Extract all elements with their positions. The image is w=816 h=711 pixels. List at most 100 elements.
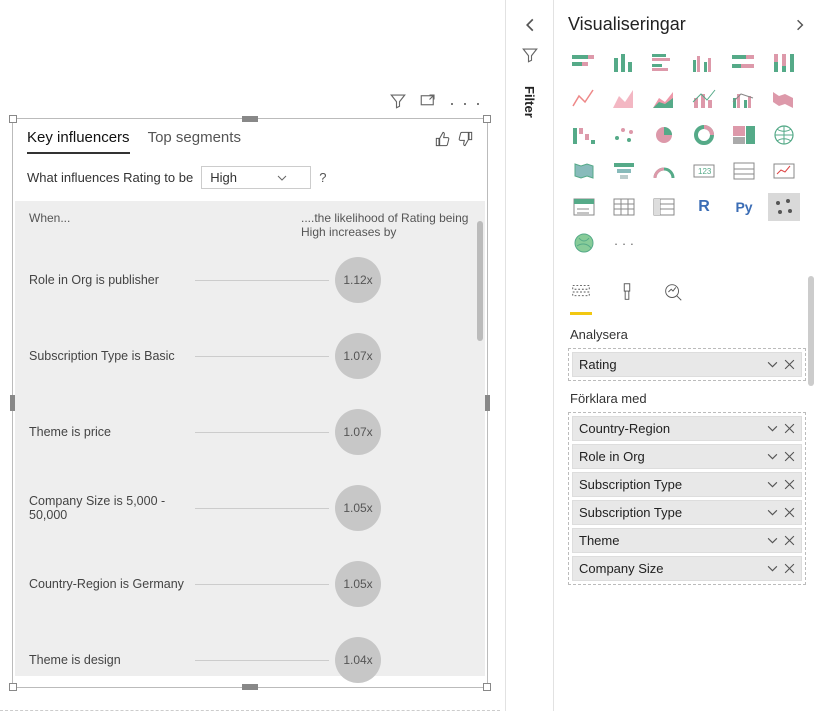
thumbs-down-icon[interactable] <box>457 131 473 152</box>
close-icon[interactable] <box>784 507 795 518</box>
table-icon[interactable] <box>608 193 640 221</box>
influencer-row[interactable]: Country-Region is Germany1.05x <box>29 561 471 607</box>
influencer-row[interactable]: Theme is price1.07x <box>29 409 471 455</box>
fields-tab[interactable] <box>570 281 592 315</box>
chevron-right-icon[interactable] <box>794 19 806 31</box>
filter-icon[interactable] <box>389 92 407 115</box>
influencer-row[interactable]: Company Size is 5,000 - 50,0001.05x <box>29 485 471 531</box>
scrollbar-thumb[interactable] <box>808 276 814 386</box>
more-options-icon[interactable]: · · · <box>449 93 482 114</box>
thumbs-up-icon[interactable] <box>435 131 451 152</box>
line-clustered-column-icon[interactable] <box>728 85 760 113</box>
field-pill[interactable]: Role in Org <box>572 444 802 469</box>
close-icon[interactable] <box>784 359 795 370</box>
field-pill[interactable]: Rating <box>572 352 802 377</box>
multi-row-card-icon[interactable] <box>728 157 760 185</box>
column-header-likelihood: ....the likelihood of Rating being High … <box>301 211 471 239</box>
field-pill[interactable]: Subscription Type <box>572 472 802 497</box>
import-visual-icon[interactable]: · · · <box>608 229 640 257</box>
key-influencers-icon[interactable] <box>768 193 800 221</box>
card-icon[interactable]: 123 <box>688 157 720 185</box>
explain-field-well[interactable]: Country-Region Role in Org Subscription … <box>568 412 806 585</box>
donut-icon[interactable] <box>688 121 720 149</box>
scatter-icon[interactable] <box>608 121 640 149</box>
chevron-down-icon <box>277 173 287 183</box>
map-icon[interactable] <box>768 121 800 149</box>
field-pill[interactable]: Subscription Type <box>572 500 802 525</box>
stacked-column-icon[interactable] <box>608 49 640 77</box>
arcgis-icon[interactable] <box>568 229 600 257</box>
field-pill[interactable]: Theme <box>572 528 802 553</box>
scrollbar-thumb[interactable] <box>477 221 483 341</box>
influencer-row[interactable]: Subscription Type is Basic1.07x <box>29 333 471 379</box>
clustered-column-icon[interactable] <box>688 49 720 77</box>
filled-map-icon[interactable] <box>568 157 600 185</box>
visualizations-pane: Visualiseringar 123 R Py · · · <box>553 0 816 711</box>
key-influencers-visual[interactable]: Key influencers Top segments What influe… <box>12 118 488 688</box>
r-visual-icon[interactable]: R <box>688 193 720 221</box>
filters-label: Filter <box>522 86 537 118</box>
stacked-bar-icon[interactable] <box>568 49 600 77</box>
chevron-down-icon[interactable] <box>767 479 778 490</box>
treemap-icon[interactable] <box>728 121 760 149</box>
resize-corner[interactable] <box>9 683 17 691</box>
tab-key-influencers[interactable]: Key influencers <box>27 129 130 154</box>
report-canvas[interactable]: · · · Key influencers Top segments What … <box>0 0 500 711</box>
question-text: What influences Rating to be <box>27 170 193 185</box>
stacked-area-icon[interactable] <box>648 85 680 113</box>
resize-corner[interactable] <box>483 683 491 691</box>
gauge-icon[interactable] <box>648 157 680 185</box>
influence-bubble: 1.04x <box>335 637 381 683</box>
chevron-down-icon[interactable] <box>767 535 778 546</box>
close-icon[interactable] <box>784 423 795 434</box>
influence-bubble: 1.07x <box>335 409 381 455</box>
explain-section-label: Förklara med <box>570 391 806 406</box>
visual-type-grid: 123 R Py · · · <box>568 49 806 257</box>
influencer-row[interactable]: Theme is design1.04x <box>29 637 471 683</box>
chevron-down-icon[interactable] <box>767 563 778 574</box>
field-pill[interactable]: Country-Region <box>572 416 802 441</box>
field-pill[interactable]: Company Size <box>572 556 802 581</box>
svg-text:123: 123 <box>698 167 712 176</box>
hundred-stacked-column-icon[interactable] <box>768 49 800 77</box>
hundred-stacked-bar-icon[interactable] <box>728 49 760 77</box>
analyze-field-well[interactable]: Rating <box>568 348 806 381</box>
influence-bubble: 1.07x <box>335 333 381 379</box>
visualizations-title: Visualiseringar <box>568 14 686 35</box>
matrix-icon[interactable] <box>648 193 680 221</box>
analytics-tab[interactable] <box>662 281 684 315</box>
resize-handle[interactable] <box>242 684 258 690</box>
chevron-down-icon[interactable] <box>767 423 778 434</box>
close-icon[interactable] <box>784 479 795 490</box>
close-icon[interactable] <box>784 563 795 574</box>
chevron-down-icon[interactable] <box>767 359 778 370</box>
filters-pane-collapsed[interactable]: Filter <box>505 0 553 711</box>
tab-top-segments[interactable]: Top segments <box>148 129 241 154</box>
resize-handle[interactable] <box>242 116 258 122</box>
funnel-icon[interactable] <box>608 157 640 185</box>
value-dropdown[interactable]: High <box>201 166 311 189</box>
influencers-body: When... ....the likelihood of Rating bei… <box>15 201 485 676</box>
help-icon[interactable]: ? <box>319 170 326 185</box>
chevron-down-icon[interactable] <box>767 451 778 462</box>
close-icon[interactable] <box>784 535 795 546</box>
slicer-icon[interactable] <box>568 193 600 221</box>
waterfall-icon[interactable] <box>568 121 600 149</box>
resize-corner[interactable] <box>9 115 17 123</box>
resize-corner[interactable] <box>483 115 491 123</box>
line-chart-icon[interactable] <box>568 85 600 113</box>
clustered-bar-icon[interactable] <box>648 49 680 77</box>
chevron-down-icon[interactable] <box>767 507 778 518</box>
python-visual-icon[interactable]: Py <box>728 193 760 221</box>
analyze-section-label: Analysera <box>570 327 806 342</box>
format-tab[interactable] <box>616 281 638 315</box>
chevron-left-icon[interactable] <box>523 18 537 32</box>
ribbon-chart-icon[interactable] <box>768 85 800 113</box>
focus-mode-icon[interactable] <box>419 92 437 115</box>
close-icon[interactable] <box>784 451 795 462</box>
area-chart-icon[interactable] <box>608 85 640 113</box>
influencer-row[interactable]: Role in Org is publisher1.12x <box>29 257 471 303</box>
line-stacked-column-icon[interactable] <box>688 85 720 113</box>
kpi-icon[interactable] <box>768 157 800 185</box>
pie-icon[interactable] <box>648 121 680 149</box>
